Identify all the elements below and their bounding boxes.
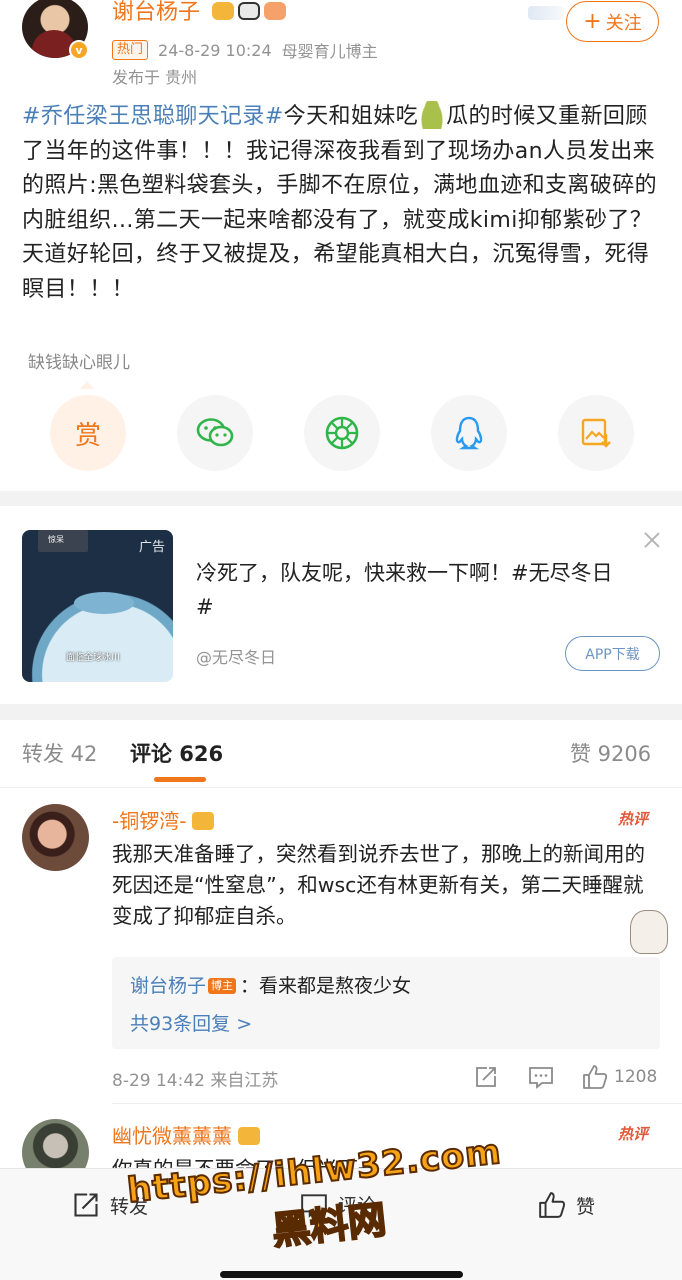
comment-meta: 8-29 14:42 来自江苏 (112, 1071, 279, 1091)
ad-source[interactable]: @无尽冬日 (196, 644, 276, 668)
bottom-like-label: 赞 (576, 1195, 596, 1218)
reply-author[interactable]: 谢台杨子 (130, 975, 206, 997)
commenter-name[interactable]: -铜锣湾- (112, 805, 215, 834)
like-icon[interactable] (582, 1064, 608, 1090)
save-image-button[interactable] (558, 395, 634, 471)
post-hashtag[interactable]: #乔任梁王思聪聊天记录# (22, 104, 284, 129)
comment-divider (112, 1103, 682, 1104)
comment-text[interactable]: 你真的是不要命了，但当下一 (112, 1154, 660, 1168)
share-action-row: 赏 (50, 395, 634, 471)
comment-text[interactable]: 我那天准备睡了，突然看到说乔去世了，那晚上的新闻用的死因还是“性窒息”，和wsc… (112, 839, 660, 932)
moments-icon (325, 416, 359, 450)
tab-likes[interactable]: 赞 9206 (570, 738, 651, 768)
reward-button[interactable]: 赏 (50, 395, 126, 471)
commenter-avatar[interactable] (22, 804, 89, 871)
home-indicator[interactable] (220, 1271, 463, 1278)
tab-repost[interactable]: 转发 42 (22, 738, 97, 768)
follow-label: 关注 (605, 12, 642, 34)
post-text-part1: 今天和姐妹吃 (283, 104, 419, 129)
commenter-name[interactable]: 幽忧微薰薰薰 (112, 1120, 260, 1149)
crown-badge-icon (212, 2, 234, 20)
verified-badge-icon: v (69, 40, 89, 60)
interaction-tabs: 转发 42 评论 626 赞 9206 (0, 720, 682, 788)
app-download-button[interactable]: APP下载 (565, 636, 660, 671)
pear-emoji-icon (421, 101, 444, 129)
ad-thumbnail-inset-label: 惊呆 (48, 535, 64, 544)
commenter-name-text: -铜锣湾- (112, 809, 187, 833)
ad-thumbnail-caption: 面临全球冰川 (66, 653, 121, 663)
hot-comment-badge: 热评 (618, 810, 649, 828)
bottom-action-bar: 转发 评论 赞 (0, 1168, 682, 1280)
panda-badge-icon (238, 2, 260, 20)
author-title: 母婴育儿博主 (281, 42, 378, 61)
post-meta: 热门 24-8-29 10:24 母婴育儿博主 (112, 38, 378, 62)
comment-icon (301, 1193, 327, 1218)
sticker-icon (630, 910, 668, 954)
decoration-banner (528, 6, 564, 20)
plus-icon: + (583, 8, 602, 34)
close-icon[interactable] (642, 530, 662, 550)
wechat-icon (196, 418, 234, 447)
post-header: v 谢台杨子 + 关注 热门 24-8-29 10:24 母婴育儿博主 发布于 … (0, 0, 682, 95)
like-icon (539, 1192, 566, 1218)
share-moments-button[interactable] (304, 395, 380, 471)
view-replies-link[interactable]: 共93条回复 > (130, 1009, 252, 1036)
bottom-like-button[interactable]: 赞 (538, 1191, 595, 1219)
hot-tag: 热门 (112, 40, 149, 60)
reply-text: ：看来都是熬夜少女 (240, 975, 412, 997)
tip-caret (80, 381, 94, 389)
crown-badge-icon (192, 812, 215, 830)
post-body: #乔任梁王思聪聊天记录#今天和姐妹吃 瓜的时候又重新回顾了当年的这件事！！！我记得… (22, 100, 662, 307)
reply-preview[interactable]: 谢台杨子 博主 ：看来都是熬夜少女 共93条回复 > (112, 957, 660, 1049)
section-divider (0, 491, 682, 506)
tab-comments[interactable]: 评论 626 (130, 738, 223, 768)
save-image-icon (581, 418, 611, 448)
commenter-name-text: 幽忧微薰薰薰 (112, 1124, 232, 1148)
ad-badge: 广告 (138, 540, 165, 555)
comment-icon[interactable] (528, 1065, 554, 1089)
like-count: 1208 (614, 1067, 658, 1087)
crown-badge-icon (238, 1127, 260, 1145)
follow-button[interactable]: + 关注 (566, 1, 659, 42)
fish-badge-icon (264, 2, 286, 20)
author-name[interactable]: 谢台杨子 (112, 0, 200, 26)
share-wechat-button[interactable] (177, 395, 253, 471)
ad-thumbnail-ice (74, 592, 134, 614)
bottom-comment-button[interactable]: 评论 (300, 1191, 376, 1218)
post-timestamp: 24-8-29 10:24 (158, 40, 272, 60)
bottom-comment-label: 评论 (338, 1195, 377, 1217)
repost-icon[interactable] (474, 1065, 498, 1089)
post-location: 发布于 贵州 (112, 68, 198, 87)
reward-label: 赏 (74, 420, 101, 451)
qq-icon (455, 416, 483, 450)
reply-line: 谢台杨子 博主 ：看来都是熬夜少女 (130, 971, 411, 998)
repost-icon (74, 1193, 98, 1217)
ad-card[interactable]: 惊呆 广告 面临全球冰川 冷死了，队友呢，快来救一下啊！#无尽冬日# @无尽冬日… (0, 506, 682, 704)
comment-actions: 1208 (474, 1064, 657, 1090)
bottom-repost-button[interactable]: 转发 (72, 1191, 148, 1219)
ad-thumbnail[interactable]: 惊呆 广告 面临全球冰川 (22, 530, 173, 682)
share-qq-button[interactable] (431, 395, 507, 471)
section-divider (0, 704, 682, 720)
active-tab-indicator (154, 777, 206, 782)
tip-label: 缺钱缺心眼儿 (28, 353, 130, 373)
blogger-tag: 博主 (208, 978, 237, 994)
bottom-repost-label: 转发 (110, 1195, 149, 1218)
ad-thumbnail-inset: 惊呆 (38, 530, 88, 552)
ad-text[interactable]: 冷死了，队友呢，快来救一下啊！#无尽冬日# (196, 556, 626, 624)
hot-comment-badge: 热评 (618, 1125, 649, 1143)
author-badges (212, 2, 286, 20)
post-text-part2: 瓜的时候又重新回顾了当年的这件事！！！我记得深夜我看到了现场办an人员发出来的照… (22, 104, 658, 302)
